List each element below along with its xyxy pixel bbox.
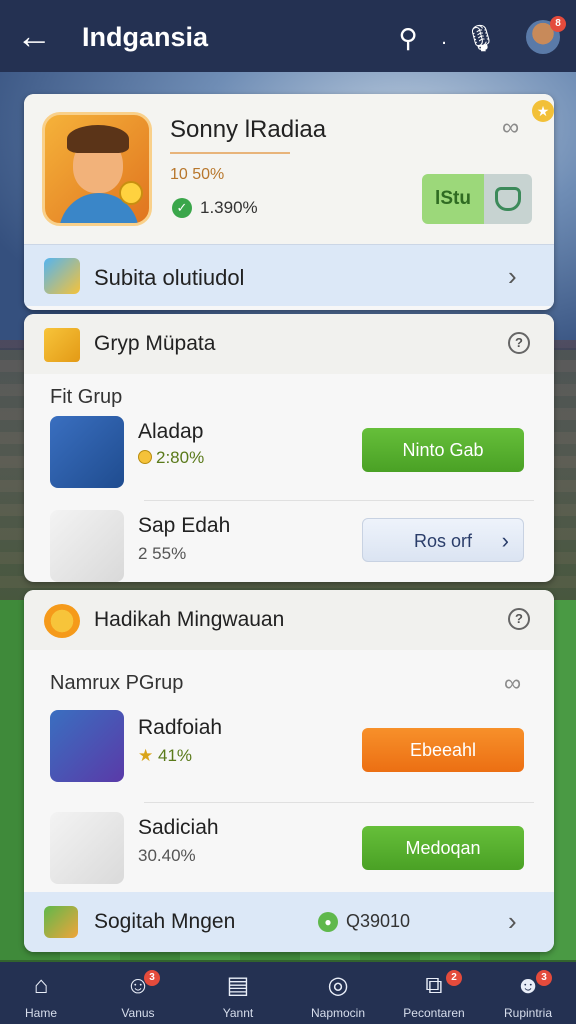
item-stat: ★ 41% [138, 746, 192, 766]
nav-item-home[interactable]: ⌂ Hame [0, 962, 89, 1024]
search-icon[interactable]: ⚲ [392, 22, 424, 54]
home-icon: ⌂ [33, 972, 49, 999]
nav-label: Rupintria [503, 1006, 553, 1020]
item-action-button[interactable]: Ros orf › [362, 518, 524, 562]
nav-label: Yannt [222, 1006, 254, 1020]
chevron-right-icon: › [508, 906, 517, 936]
page-title: Indgansia [82, 22, 209, 52]
bottom-navigation: ⌂ Hame ☺ 3 Vanus ▤ Yannt ◎ Napmocin ⧉ 2 … [0, 962, 576, 1024]
item-stat: 30.40% [138, 846, 196, 865]
item-name: Aladap [138, 420, 204, 443]
item-name: Sadiciah [138, 816, 219, 839]
summary-label: Sogitah Mngen [94, 910, 236, 933]
summary-row[interactable]: Sogitah Mngen ● Q39010 › [24, 892, 554, 952]
gem-icon [50, 710, 124, 782]
item-stat: 2 55% [138, 544, 187, 563]
box-icon [44, 328, 80, 362]
treasure-box-icon [50, 812, 124, 884]
infinity-icon: ∞ [504, 670, 522, 697]
profile-card: Sonny lRadiaa 10 50% ✓ 1.390% ∞ ★ lStu S… [24, 94, 554, 310]
profile-header: Sonny lRadiaa 10 50% ✓ 1.390% ∞ ★ lStu [24, 94, 554, 244]
status-label: lStu [422, 174, 484, 224]
cannon-icon [50, 416, 124, 488]
group-section-header: Gryp Müpata ? [24, 314, 554, 374]
nav-label: Napmocin [310, 1006, 366, 1020]
help-icon[interactable]: ? [508, 608, 530, 630]
nav-label: Pecontaren [403, 1006, 465, 1020]
item-name: Sap Edah [138, 514, 231, 537]
nav-label: Vanus [121, 1006, 155, 1020]
help-icon[interactable]: ? [508, 332, 530, 354]
microphone-icon[interactable]: 🎙 [464, 22, 497, 54]
reward-icon [44, 906, 78, 938]
status-button[interactable]: lStu [422, 174, 532, 224]
nav-badge: 3 [536, 970, 552, 986]
item-action-button[interactable]: Ebeeahl [362, 728, 524, 772]
group-subheader: Fit Grup [50, 386, 123, 408]
nav-item-users[interactable]: ☺ 3 Vanus [90, 962, 186, 1024]
item-action-button[interactable]: Ninto Gab [362, 428, 524, 472]
infinity-icon: ∞ [502, 114, 520, 141]
ranking-subheader: Namrux PGrup [50, 672, 184, 694]
ranking-section-title: Hadikah Mingwauan [94, 608, 285, 631]
nav-item-ranking[interactable]: ▤ Yannt [190, 962, 286, 1024]
star-icon: ★ [138, 746, 154, 765]
subscription-label: Subita olutiudol [94, 265, 245, 290]
divider [144, 802, 534, 803]
chevron-right-icon: › [501, 528, 509, 553]
ranking-card: Hadikah Mingwauan ? Namrux PGrup ∞ Radfo… [24, 590, 554, 952]
back-arrow-icon[interactable]: ← [16, 18, 56, 58]
nav-item-upload[interactable]: ⧉ 2 Pecontaren [386, 962, 482, 1024]
microphone-badge-icon [44, 258, 80, 294]
subscription-row[interactable]: Subita olutiudol › [24, 244, 554, 306]
item-action-label: Ros orf [413, 531, 473, 551]
check-icon: ✓ [172, 198, 192, 218]
player-score: 10 50% [170, 166, 225, 183]
chevron-right-icon: › [508, 261, 517, 291]
dot-icon: . [441, 27, 447, 49]
player-avatar[interactable] [42, 112, 152, 226]
player-name: Sonny lRadiaa [170, 116, 327, 143]
player-rating: 1.390% [200, 198, 258, 217]
divider [144, 500, 534, 501]
notification-badge: 8 [550, 16, 566, 32]
nav-label: Hame [24, 1006, 57, 1020]
catapult-icon [50, 510, 124, 582]
item-stat-value: 2:80% [156, 448, 205, 467]
chat-icon: ◎ [327, 972, 349, 999]
item-stat-value: 41% [157, 746, 193, 765]
star-icon: ★ [532, 100, 554, 122]
item-action-button[interactable]: Medoqan [362, 826, 524, 870]
coin-icon [138, 450, 152, 464]
ranking-icon: ▤ [226, 972, 250, 999]
shield-icon [484, 174, 532, 224]
ranking-section-header: Hadikah Mingwauan ? [24, 590, 554, 650]
nav-item-chat[interactable]: ◎ Napmocin [290, 962, 386, 1024]
group-section-title: Gryp Müpata [94, 332, 216, 355]
group-card: Gryp Müpata ? Fit Grup Aladap 2:80% Nint… [24, 314, 554, 582]
nav-badge: 3 [144, 970, 160, 986]
summary-value: Q39010 [346, 911, 411, 931]
divider [170, 152, 290, 154]
nav-badge: 2 [446, 970, 462, 986]
nav-item-profile[interactable]: ☻ 3 Rupintria [480, 962, 576, 1024]
avatar-hair [67, 125, 129, 153]
gem-coin-icon: ● [318, 912, 338, 932]
sun-icon [44, 604, 80, 638]
top-bar: ← Indgansia ⚲ . 🎙 8 [0, 0, 576, 72]
item-stat: 2:80% [138, 448, 204, 468]
item-name: Radfoiah [138, 716, 223, 739]
coin-icon [119, 181, 143, 205]
